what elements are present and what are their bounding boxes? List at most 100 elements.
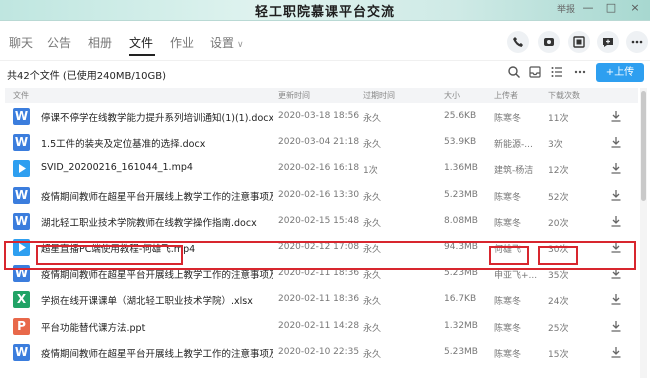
file-expire: 永久 (363, 192, 382, 203)
table-row[interactable]: W 疫情期间教师在超星平台开展线上教学工作的注意事项及推... 2020-02-16… (5, 183, 638, 209)
maximize-button[interactable]: □ (603, 0, 619, 16)
file-updated: 2020-02-11 18:36 (278, 294, 360, 305)
col-downloads[interactable]: 下载次数 (548, 90, 580, 101)
file-name[interactable]: 停课不停学在线教学能力提升系列培训通知(1)(1).docx (41, 110, 273, 124)
table-row[interactable]: X 学损在线开课课单（湖北轻工职业技术学院）.xlsx 2020-02-11 18:… (5, 287, 638, 313)
list-view-icon[interactable] (550, 65, 564, 79)
file-uploader: 陈寒冬 (494, 192, 522, 203)
scrollbar-thumb[interactable] (641, 91, 646, 201)
whiteboard-button[interactable] (568, 31, 590, 53)
close-button[interactable]: × (627, 0, 643, 16)
highlight-uploader-box (489, 246, 529, 265)
word-file-icon: W (13, 186, 30, 204)
word-file-icon: W (13, 108, 30, 125)
inbox-icon[interactable] (528, 65, 542, 79)
file-size: 25.6KB (444, 111, 477, 121)
video-file-icon (13, 160, 30, 178)
file-size: 5.23MB (444, 189, 478, 200)
download-icon[interactable] (610, 189, 622, 201)
file-expire: 永久 (363, 114, 382, 124)
search-icon[interactable] (507, 65, 521, 79)
tab-settings-label: 设置 (210, 36, 235, 50)
file-size: 1.32MB (444, 320, 478, 331)
tab-chat[interactable]: 聊天 (9, 34, 33, 51)
file-downloads: 25次 (548, 323, 569, 334)
file-expire: 永久 (363, 218, 382, 229)
download-icon[interactable] (610, 110, 622, 122)
whiteboard-icon (573, 36, 585, 48)
file-name[interactable]: 湖北轻工职业技术学院教师在线教学操作指南.docx (41, 215, 273, 229)
video-icon (544, 38, 554, 46)
upload-button[interactable]: +上传 (596, 63, 644, 82)
file-updated: 2020-03-04 21:18 (278, 137, 360, 148)
more-button[interactable] (626, 31, 648, 53)
download-icon[interactable] (610, 320, 622, 332)
video-call-button[interactable] (538, 31, 560, 53)
file-updated: 2020-03-18 18:56 (278, 111, 360, 121)
minimize-button[interactable]: — (580, 0, 596, 16)
file-name[interactable]: 1.5工件的装夹及定位基准的选择.docx (41, 136, 273, 150)
file-expire: 永久 (363, 349, 382, 360)
scrollbar[interactable] (640, 88, 647, 378)
file-updated: 2020-02-11 14:28 (278, 320, 360, 331)
file-downloads: 20次 (548, 218, 569, 229)
chevron-down-icon: ∨ (237, 40, 244, 50)
highlight-downloads-box (538, 246, 578, 265)
more-dots-icon[interactable] (573, 65, 587, 79)
tab-announcements[interactable]: 公告 (47, 34, 71, 51)
tab-files[interactable]: 文件 (129, 34, 153, 51)
table-row[interactable]: P 平台功能替代课方法.ppt 2020-02-11 14:28 永久 1.32MB 陈寒… (5, 314, 638, 340)
file-uploader: 建筑-杨洁 (494, 166, 534, 177)
table-row[interactable]: W 停课不停学在线教学能力提升系列培训通知(1)(1).docx 2020-03-1… (5, 104, 638, 130)
file-downloads: 15次 (548, 349, 569, 360)
file-downloads: 12次 (548, 166, 569, 177)
files-summary: 共42个文件 (已使用240MB/10GB) (7, 71, 166, 82)
download-icon[interactable] (610, 136, 622, 148)
file-name[interactable]: 疫情期间教师在超星平台开展线上教学工作的注意事项及推... (41, 346, 273, 360)
file-downloads: 52次 (548, 192, 569, 203)
window-titlebar: 轻工职院慕课平台交流 举报 — □ × (0, 0, 650, 21)
file-name[interactable]: 平台功能替代课方法.ppt (41, 320, 273, 334)
tab-homework[interactable]: 作业 (170, 34, 194, 51)
file-name[interactable]: 学损在线开课课单（湖北轻工职业技术学院）.xlsx (41, 293, 273, 307)
file-uploader: 陈寒冬 (494, 114, 522, 124)
file-downloads: 3次 (548, 140, 563, 151)
file-size: 8.08MB (444, 215, 478, 226)
download-icon[interactable] (610, 346, 622, 358)
col-updated[interactable]: 更新时间 (278, 90, 310, 101)
message-icon (603, 38, 613, 47)
col-size[interactable]: 大小 (444, 90, 460, 101)
phone-icon (513, 37, 523, 47)
window-title: 轻工职院慕课平台交流 (254, 5, 395, 20)
download-icon[interactable] (610, 162, 622, 175)
tab-album[interactable]: 相册 (88, 34, 112, 51)
file-uploader: 申亚飞+... (494, 271, 538, 282)
col-name[interactable]: 文件 (13, 90, 29, 101)
file-uploader: 新能源-... (494, 140, 533, 151)
file-size: 53.9KB (444, 137, 477, 148)
table-row[interactable]: W 1.5工件的装夹及定位基准的选择.docx 2020-03-04 21:18 永久… (5, 130, 638, 156)
file-name[interactable]: 疫情期间教师在超星平台开展线上教学工作的注意事项及推... (41, 189, 273, 203)
file-expire: 永久 (363, 271, 382, 282)
word-file-icon: W (13, 212, 30, 230)
table-row[interactable]: SVID_20200216_161044_1.mp4 2020-02-16 16:… (5, 156, 638, 182)
col-uploader[interactable]: 上传者 (494, 90, 518, 101)
file-downloads: 24次 (548, 297, 569, 308)
highlight-filename-box (36, 245, 183, 265)
col-expire[interactable]: 过期时间 (363, 90, 395, 101)
file-updated: 2020-02-15 15:48 (278, 215, 360, 226)
voice-call-button[interactable] (507, 31, 529, 53)
download-icon[interactable] (610, 293, 622, 306)
table-row[interactable]: W 疫情期间教师在超星平台开展线上教学工作的注意事项及推... 2020-02-10… (5, 340, 638, 366)
file-uploader: 陈寒冬 (494, 323, 522, 334)
file-downloads: 11次 (548, 114, 569, 124)
plus-icon: + (605, 67, 615, 78)
report-link[interactable]: 举报 (557, 2, 575, 18)
download-icon[interactable] (610, 215, 622, 227)
message-button[interactable] (597, 31, 619, 53)
word-file-icon: W (13, 343, 30, 361)
tab-settings[interactable]: 设置 ∨ (210, 34, 244, 51)
table-row[interactable]: W 湖北轻工职业技术学院教师在线教学操作指南.docx 2020-02-15 15:… (5, 209, 638, 235)
upload-label: 上传 (614, 67, 635, 78)
file-name[interactable]: SVID_20200216_161044_1.mp4 (41, 162, 273, 173)
